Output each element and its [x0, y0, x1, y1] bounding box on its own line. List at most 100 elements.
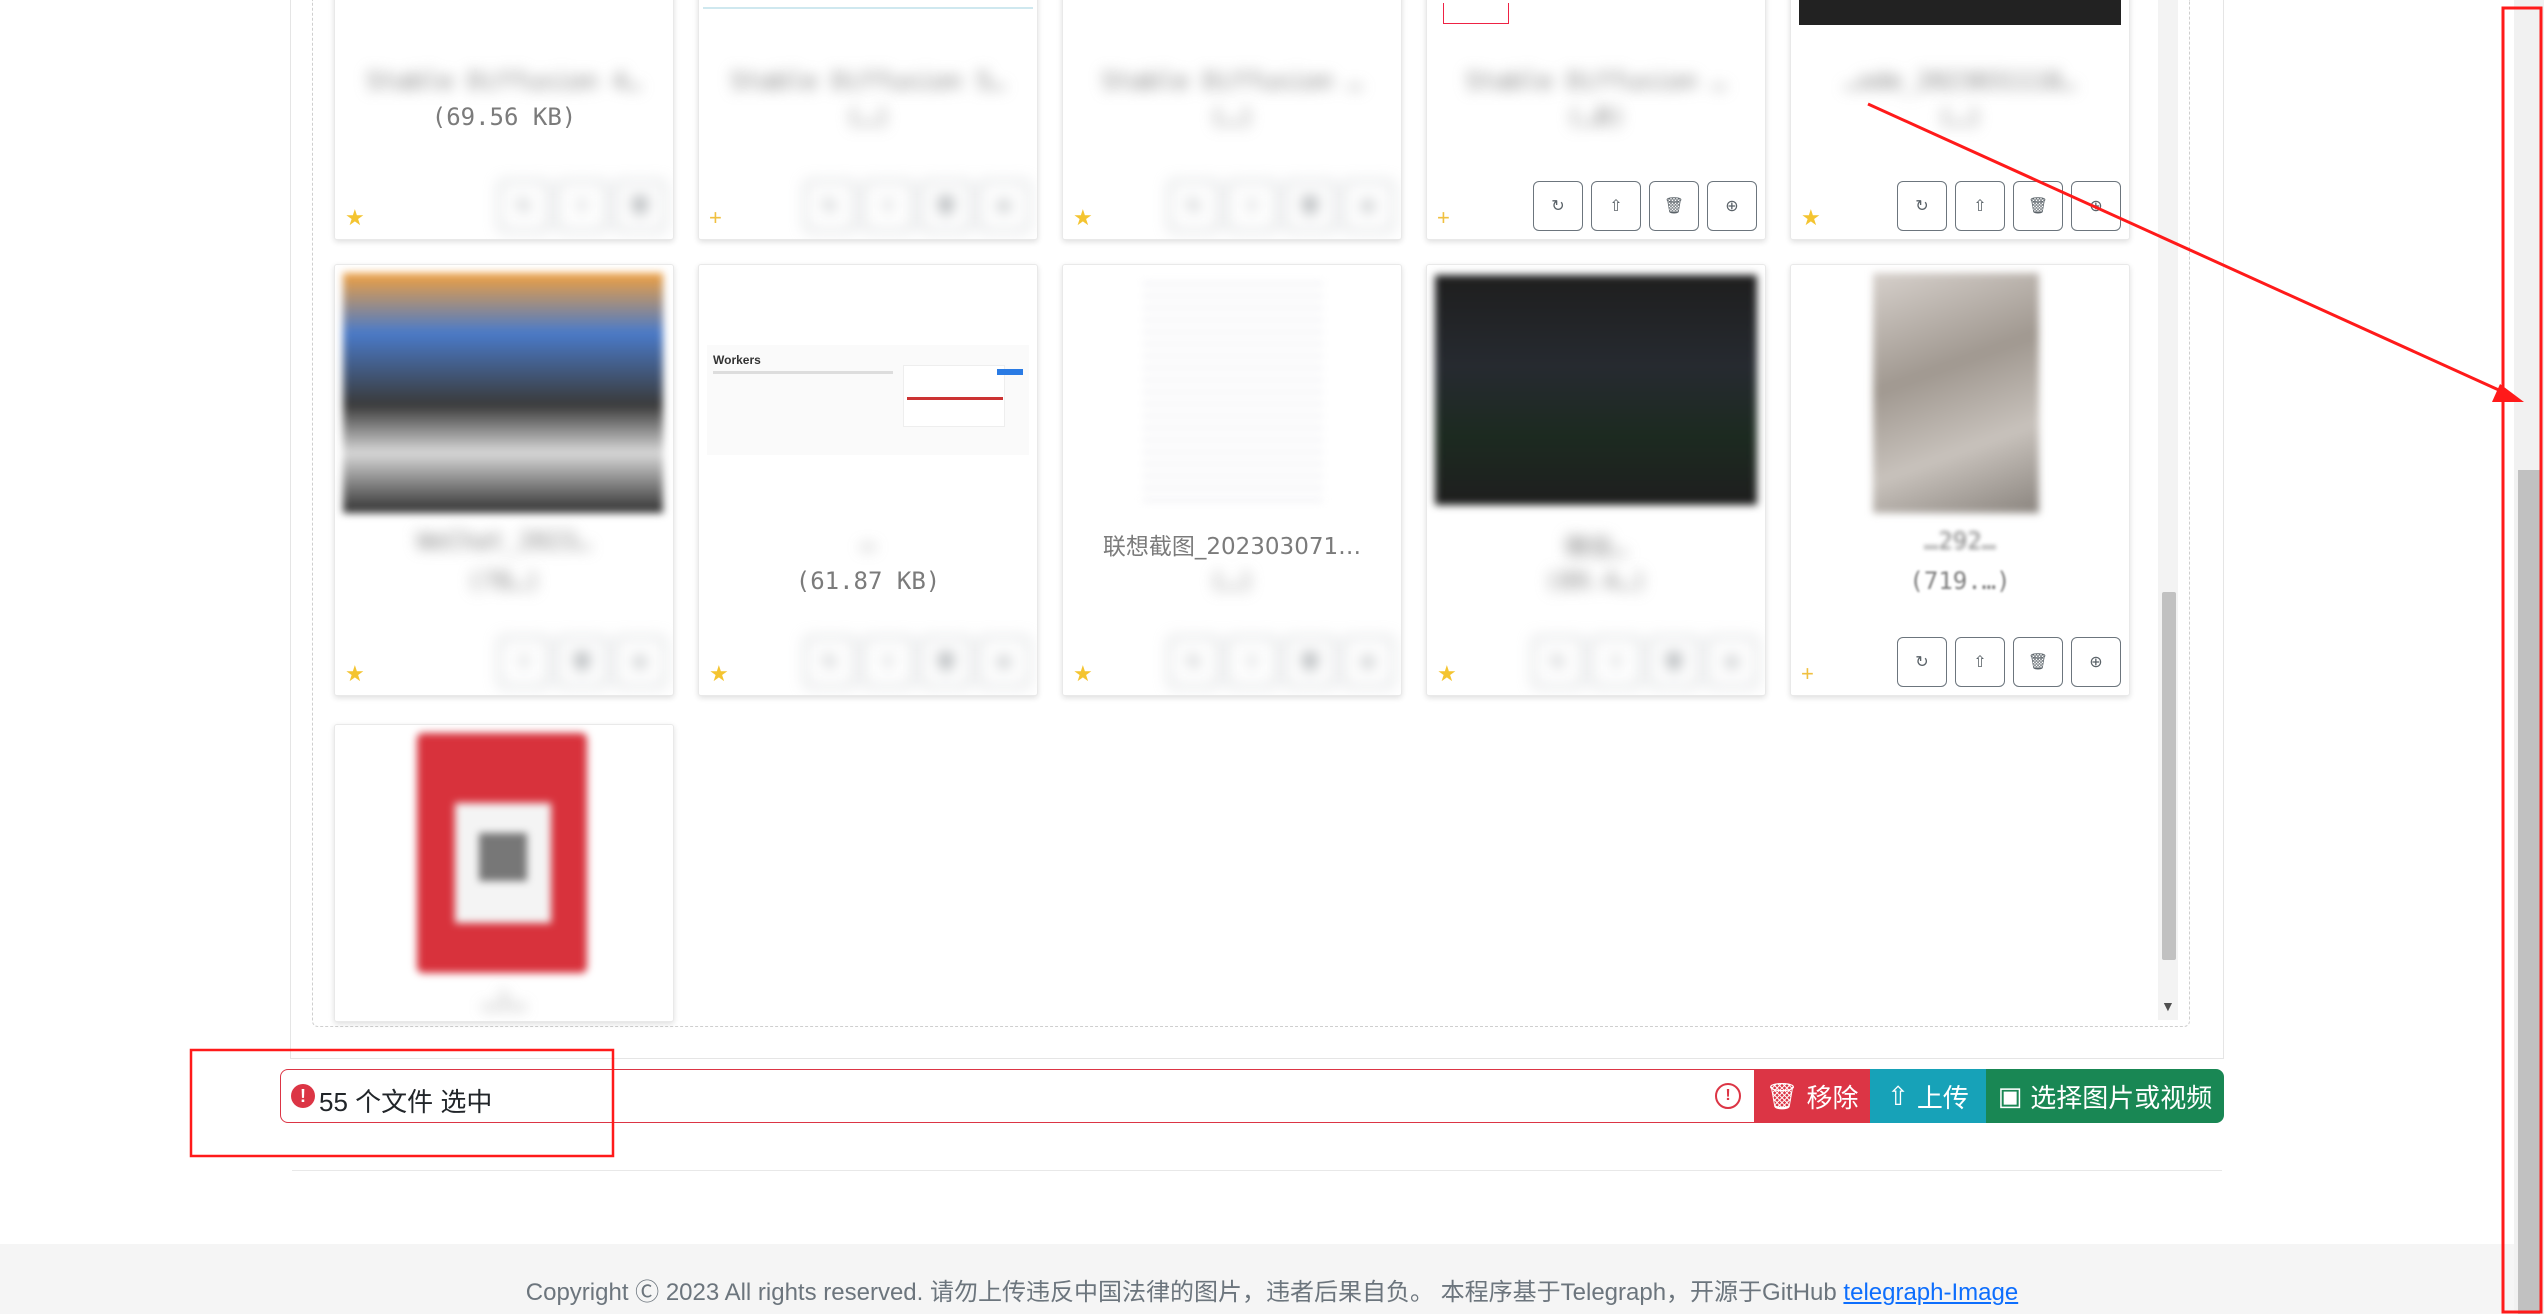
trash-icon[interactable]: 🗑	[2013, 637, 2063, 687]
upload-icon: ⇧	[1887, 1080, 1909, 1111]
image-preview	[1435, 275, 1757, 505]
file-name: 联想截图_202303071…	[1102, 534, 1362, 560]
file-size: (78…)	[467, 567, 541, 595]
file-size: (89.4…)	[1545, 567, 1647, 595]
rotate-icon[interactable]: ↻	[1169, 637, 1219, 687]
card-actions: ↻ ⇧ 🗑 ⊕	[1897, 181, 2121, 231]
scroll-down-arrow-icon[interactable]: ▼	[2161, 998, 2175, 1014]
trash-icon[interactable]: 🗑	[557, 637, 607, 687]
zoom-icon[interactable]: ⊕	[1343, 637, 1393, 687]
upload-icon[interactable]: ⇧	[557, 181, 607, 231]
choose-files-button[interactable]: ▣ 选择图片或视频	[1986, 1069, 2224, 1123]
upload-icon[interactable]: ⇧	[1227, 181, 1277, 231]
file-preview-card[interactable]: 联想截图_202303071… (…) ★ ↻ ⇧ 🗑 ⊕	[1062, 264, 1402, 696]
star-icon[interactable]: ★	[345, 205, 365, 231]
remove-button[interactable]: 🗑 移除	[1754, 1069, 1870, 1123]
image-preview	[1443, 3, 1509, 24]
file-preview-card[interactable]: …ode_2023031118… (…) ★ ↻ ⇧ 🗑 ⊕	[1790, 0, 2130, 240]
trash-icon[interactable]: 🗑	[1285, 637, 1335, 687]
card-actions: ↻ ⇧ 🗑 ⊕	[1533, 637, 1757, 687]
zoom-icon[interactable]: ⊕	[979, 181, 1029, 231]
workers-title: Workers	[713, 353, 761, 367]
card-actions: ↻ ⇧ 🗑 ⊕	[1169, 637, 1393, 687]
upload-icon[interactable]: ⇧	[863, 181, 913, 231]
gallery-scrollbar-thumb[interactable]	[2162, 592, 2176, 960]
file-preview-card[interactable]: Stable Diffusion 5… (…) + ↻ ⇧ 🗑 ⊕	[698, 0, 1038, 240]
upload-icon[interactable]: ⇧	[1955, 181, 2005, 231]
file-size: (…)	[1938, 103, 1982, 131]
trash-icon[interactable]: 🗑	[615, 181, 665, 231]
upload-icon[interactable]: ⇧	[1591, 637, 1641, 687]
footer-text: Copyright Ⓒ 2023 All rights reserved. 请勿…	[0, 1272, 2544, 1307]
file-preview-card[interactable]: WeChat_2023… (78…) ★ ⇧ 🗑 ⊕	[334, 264, 674, 696]
card-actions: ↻ ⇧ 🗑 ⊕	[1169, 181, 1393, 231]
copyright-text: Copyright Ⓒ 2023 All rights reserved. 请勿…	[525, 1279, 1837, 1306]
footer: Copyright Ⓒ 2023 All rights reserved. 请勿…	[0, 1244, 2544, 1314]
plus-icon[interactable]: +	[1801, 661, 1814, 687]
file-name: WeChat_2023…	[417, 527, 591, 555]
zoom-icon[interactable]: ⊕	[1343, 181, 1393, 231]
file-preview-card[interactable]: Workers … (61.87 KB) ★ ↻ ⇧ 🗑 ⊕	[698, 264, 1038, 696]
star-icon[interactable]: ★	[1073, 205, 1093, 231]
file-preview-card[interactable]: …292… (719.…) + ↻ ⇧ 🗑 ⊕	[1790, 264, 2130, 696]
rotate-icon[interactable]: ↻	[1897, 181, 1947, 231]
upload-button[interactable]: ⇧ 上传	[1870, 1069, 1986, 1123]
card-actions: ↻ ⇧ 🗑 ⊕	[1897, 637, 2121, 687]
upload-icon[interactable]: ⇧	[1591, 181, 1641, 231]
file-name: 微信…	[1564, 533, 1628, 561]
star-icon[interactable]: ★	[709, 661, 729, 687]
file-preview-card[interactable]: Stable Diffusion … (…) ★ ↻ ⇧ 🗑 ⊕	[1062, 0, 1402, 240]
file-name: …ode_2023031118…	[1844, 67, 2076, 95]
rotate-icon[interactable]: ↻	[1169, 181, 1219, 231]
image-preview	[1873, 273, 2039, 513]
remove-button-label: 移除	[1806, 1082, 1859, 1113]
file-preview-card[interactable]: …)…	[334, 724, 674, 1022]
file-preview-card[interactable]: Stable Diffusion 4… (69.56 KB) ★ ↻ ⇧ 🗑	[334, 0, 674, 240]
trash-icon[interactable]: 🗑	[1285, 181, 1335, 231]
plus-icon[interactable]: +	[1437, 205, 1450, 231]
github-link[interactable]: telegraph-Image	[1843, 1279, 2018, 1306]
star-icon[interactable]: ★	[1801, 205, 1821, 231]
upload-icon[interactable]: ⇧	[499, 637, 549, 687]
star-icon[interactable]: ★	[1437, 661, 1457, 687]
rotate-icon[interactable]: ↻	[1533, 181, 1583, 231]
rotate-icon[interactable]: ↻	[805, 637, 855, 687]
file-name: …)…	[482, 987, 526, 1015]
image-preview	[343, 273, 663, 513]
plus-icon[interactable]: +	[709, 205, 722, 231]
file-selection-input[interactable]: ! 55 个文件 选中 !	[280, 1069, 1756, 1123]
file-size: (719.…)	[1909, 567, 2011, 595]
file-name: Stable Diffusion 5…	[730, 67, 1006, 95]
upload-icon[interactable]: ⇧	[1955, 637, 2005, 687]
file-preview-card[interactable]: Stable Diffusion … (…B) + ↻ ⇧ 🗑 ⊕	[1426, 0, 1766, 240]
rotate-icon[interactable]: ↻	[499, 181, 549, 231]
zoom-icon[interactable]: ⊕	[979, 637, 1029, 687]
zoom-icon[interactable]: ⊕	[1707, 181, 1757, 231]
image-preview	[1799, 0, 2121, 25]
star-icon[interactable]: ★	[1073, 661, 1093, 687]
rotate-icon[interactable]: ↻	[1897, 637, 1947, 687]
file-size: (69.56 KB)	[431, 103, 577, 131]
page-scrollbar-thumb[interactable]	[2518, 470, 2540, 1314]
rotate-icon[interactable]: ↻	[805, 181, 855, 231]
file-size: (…)	[1210, 567, 1254, 595]
trash-icon[interactable]: 🗑	[2013, 181, 2063, 231]
zoom-icon[interactable]: ⊕	[1707, 637, 1757, 687]
upload-icon[interactable]: ⇧	[863, 637, 913, 687]
trash-icon[interactable]: 🗑	[1649, 637, 1699, 687]
file-name: Stable Diffusion 4…	[366, 67, 642, 95]
trash-icon: 🗑	[1765, 1080, 1799, 1111]
zoom-icon[interactable]: ⊕	[2071, 181, 2121, 231]
upload-icon[interactable]: ⇧	[1227, 637, 1277, 687]
validation-error-icon: !	[1715, 1083, 1741, 1109]
trash-icon[interactable]: 🗑	[921, 181, 971, 231]
star-icon[interactable]: ★	[345, 661, 365, 687]
divider	[292, 1170, 2222, 1171]
trash-icon[interactable]: 🗑	[921, 637, 971, 687]
trash-icon[interactable]: 🗑	[1649, 181, 1699, 231]
file-preview-card[interactable]: 微信… (89.4…) ★ ↻ ⇧ 🗑 ⊕	[1426, 264, 1766, 696]
zoom-icon[interactable]: ⊕	[615, 637, 665, 687]
zoom-icon[interactable]: ⊕	[2071, 637, 2121, 687]
rotate-icon[interactable]: ↻	[1533, 637, 1583, 687]
image-preview: Workers	[707, 345, 1029, 455]
